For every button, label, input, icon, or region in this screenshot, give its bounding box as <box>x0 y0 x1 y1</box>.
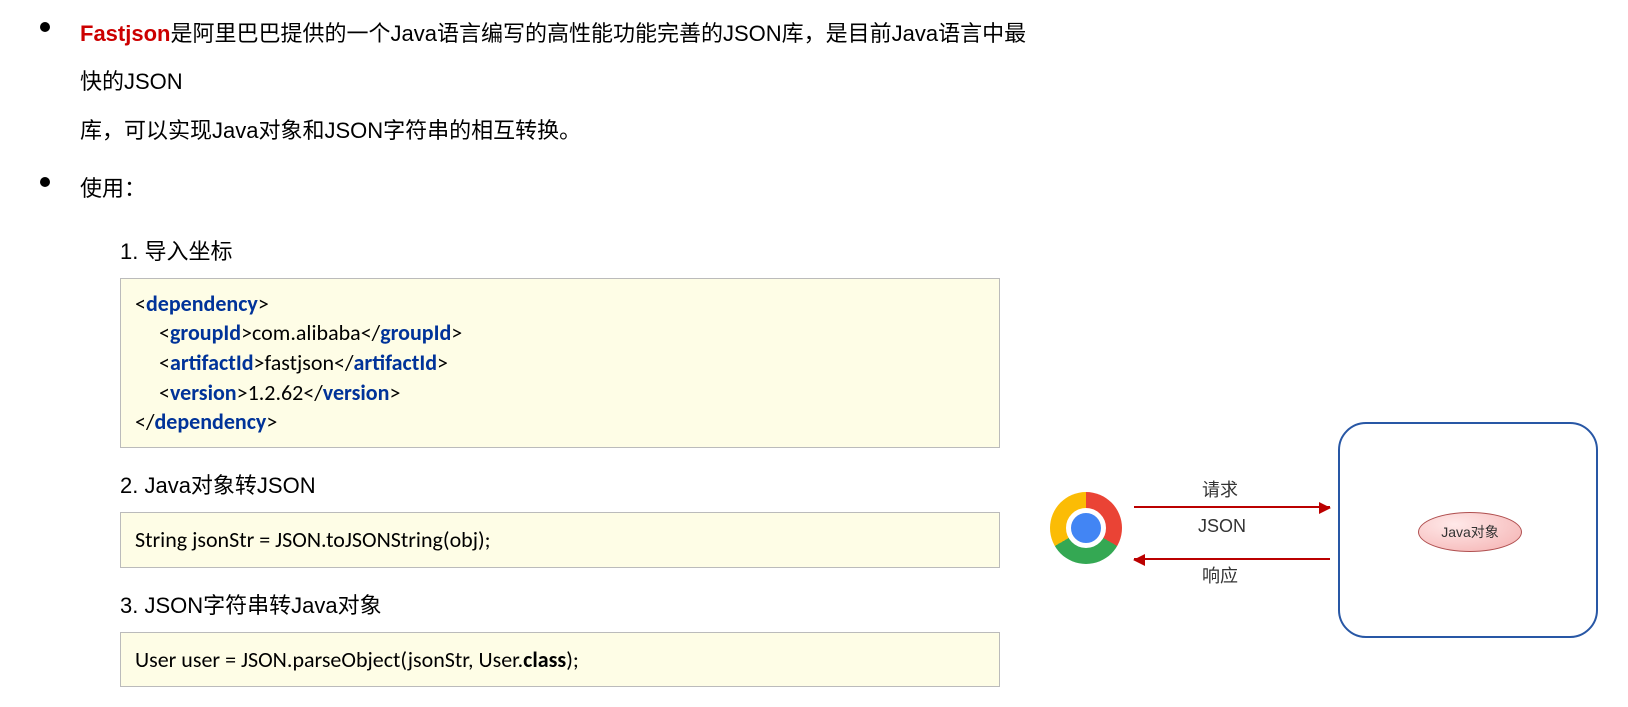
request-response-diagram: 请求 JSON 响应 Java对象 <box>1050 422 1610 652</box>
intro-bullet: Fastjson是阿里巴巴提供的一个Java语言编写的高性能功能完善的JSON库… <box>20 10 1030 155</box>
fastjson-highlight: Fastjson <box>80 21 170 46</box>
code-block-3: User user = JSON.parseObject(jsonStr, Us… <box>120 632 1000 688</box>
usage-label: 使用： <box>80 165 1030 213</box>
step-2-title: 2. Java对象转JSON <box>120 468 1030 500</box>
arrow-request <box>1134 506 1330 508</box>
code3-post: ); <box>566 646 579 673</box>
code-block-2: String jsonStr = JSON.toJSONString(obj); <box>120 512 1000 568</box>
code3-class-kw: class <box>523 646 566 673</box>
usage-bullet: 使用： 1. 导入坐标 <dependency> <groupId>com.al… <box>20 165 1030 687</box>
maven-code-block: <dependency> <groupId>com.alibaba</group… <box>120 278 1000 448</box>
code2-text: String jsonStr = JSON.toJSONString(obj); <box>135 526 491 553</box>
code3-pre: User user = JSON.parseObject(jsonStr, Us… <box>135 646 523 673</box>
step-3-title: 3. JSON字符串转Java对象 <box>120 588 1030 620</box>
intro-text-2: 库，可以实现Java对象和JSON字符串的相互转换。 <box>80 107 1030 155</box>
intro-text-1: 是阿里巴巴提供的一个Java语言编写的高性能功能完善的JSON库，是目前Java… <box>80 21 1026 94</box>
chrome-icon <box>1050 492 1122 564</box>
arrow-response <box>1134 558 1330 560</box>
step-1-title: 1. 导入坐标 <box>120 234 1030 266</box>
java-object-oval: Java对象 <box>1418 512 1522 552</box>
server-box: Java对象 <box>1338 422 1598 638</box>
